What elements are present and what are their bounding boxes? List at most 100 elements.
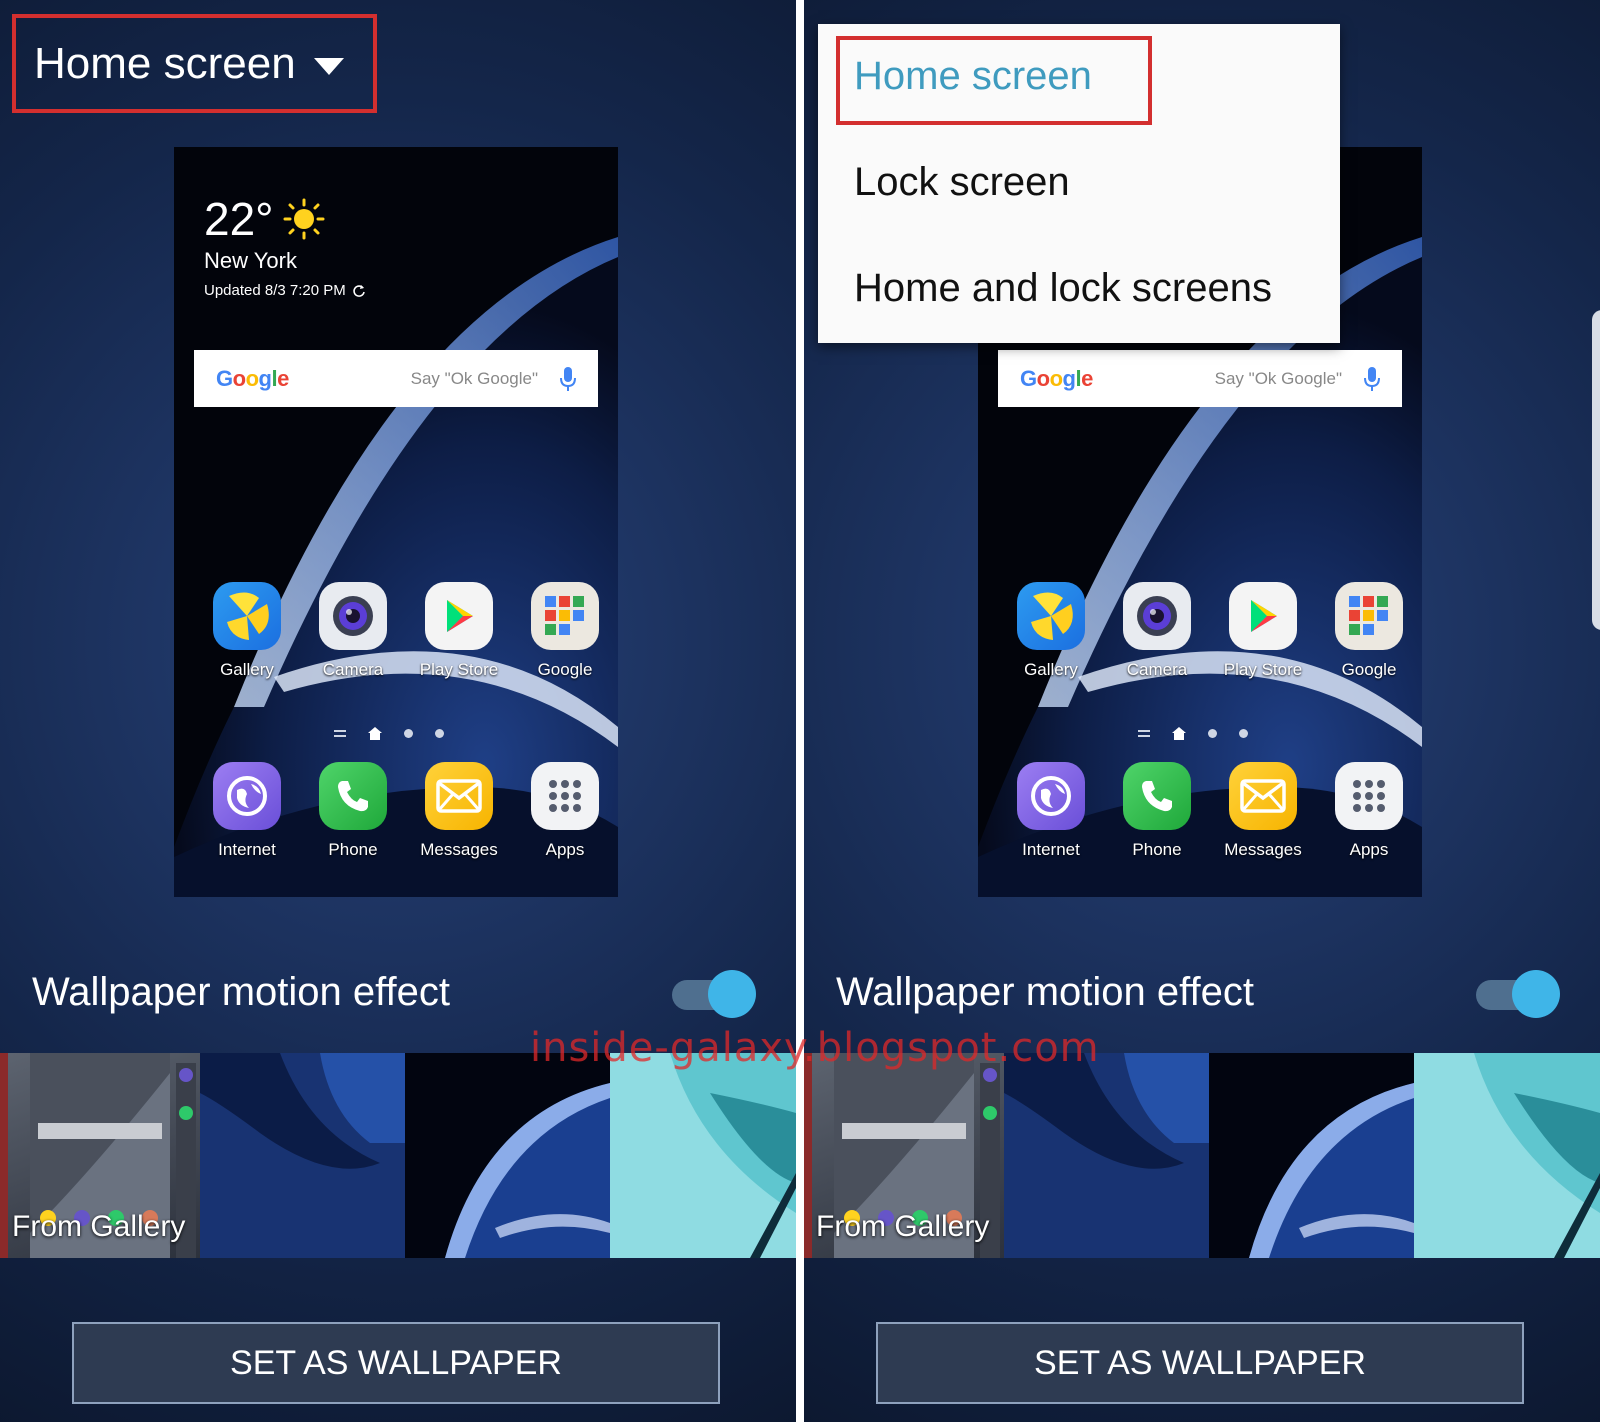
app-gallery[interactable]: Gallery (194, 582, 300, 680)
app-row-2: Internet Phone Messages Apps (194, 762, 618, 860)
wallpaper-2-art (1209, 1053, 1414, 1258)
google-search-bar[interactable]: Google Say "Ok Google" (194, 350, 598, 407)
motion-effect-toggle[interactable] (672, 970, 756, 1018)
app-messages[interactable]: Messages (406, 762, 512, 860)
wallpaper-1-art (1004, 1053, 1209, 1258)
app-label: Gallery (1024, 660, 1078, 679)
app-label: Apps (545, 840, 585, 859)
app-internet[interactable]: Internet (998, 762, 1104, 860)
app-apps-drawer[interactable]: Apps (1316, 762, 1422, 860)
app-label: Camera (322, 660, 384, 679)
wallpaper-1-art (200, 1053, 405, 1258)
app-messages[interactable]: Messages (1210, 762, 1316, 860)
camera-icon (319, 582, 387, 650)
watermark: inside-galaxy.blogspot.com (530, 1025, 1100, 1071)
menu-item-home-screen[interactable]: Home screen (854, 54, 1092, 99)
wallpaper-thumbnails: From Gallery (0, 1053, 796, 1258)
toggle-knob (708, 970, 756, 1018)
weather-updated: Updated 8/3 7:20 PM (204, 282, 346, 299)
from-gallery-label: From Gallery (12, 1210, 186, 1243)
app-label: Internet (218, 840, 276, 859)
app-label: Gallery (220, 660, 274, 679)
caret-down-icon (313, 58, 344, 75)
panel-divider (796, 0, 804, 1422)
set-as-wallpaper-button[interactable]: SET AS WALLPAPER (72, 1322, 720, 1404)
thumb-wallpaper-1[interactable] (200, 1053, 405, 1258)
app-phone[interactable]: Phone (300, 762, 406, 860)
motion-effect-toggle[interactable] (1476, 970, 1560, 1018)
thumb-wallpaper-3[interactable] (1414, 1053, 1600, 1258)
app-google-folder[interactable]: Google (1316, 582, 1422, 680)
wallpaper-thumbnails: From Gallery (804, 1053, 1600, 1258)
internet-icon (213, 762, 281, 830)
search-hint: Say "Ok Google" (1214, 368, 1342, 388)
page-dot (1208, 729, 1217, 738)
mic-icon[interactable] (1364, 366, 1380, 392)
page-indicator[interactable] (334, 727, 444, 740)
messages-icon (425, 762, 493, 830)
app-label: Phone (328, 840, 378, 859)
wallpaper-3-art (1414, 1053, 1600, 1258)
app-label: Messages (1224, 840, 1302, 859)
screen-selector-label: Home screen (34, 38, 296, 88)
apps-icon (531, 762, 599, 830)
app-label: Google (1341, 660, 1397, 679)
sun-icon (283, 198, 325, 240)
home-screen-preview: 22° New York Updated 8/3 7:20 PM (174, 147, 618, 897)
screen-selector-menu: Home screen Lock screen Home and lock sc… (818, 24, 1340, 343)
page-indicator[interactable] (1138, 727, 1248, 740)
app-label: Camera (1126, 660, 1188, 679)
motion-effect-label: Wallpaper motion effect (836, 970, 1254, 1014)
home-icon (1172, 727, 1186, 740)
motion-effect-label: Wallpaper motion effect (32, 970, 450, 1014)
edge-panel-handle[interactable] (1592, 310, 1600, 630)
app-apps-drawer[interactable]: Apps (512, 762, 618, 860)
thumb-from-gallery[interactable]: From Gallery (804, 1053, 1004, 1258)
app-play-store[interactable]: Play Store (1210, 582, 1316, 680)
temperature: 22° (204, 193, 274, 245)
app-camera[interactable]: Camera (300, 582, 406, 680)
app-camera[interactable]: Camera (1104, 582, 1210, 680)
screen-selector-dropdown[interactable]: Home screen (12, 14, 377, 113)
app-label: Google (537, 660, 593, 679)
internet-icon (1017, 762, 1085, 830)
app-google-folder[interactable]: Google (512, 582, 618, 680)
wallpaper-3-art (610, 1053, 796, 1258)
thumb-wallpaper-2[interactable] (405, 1053, 610, 1258)
weather-widget[interactable]: 22° New York Updated 8/3 7:20 PM (204, 192, 366, 299)
menu-item-lock-screen[interactable]: Lock screen (854, 160, 1070, 205)
from-gallery-label: From Gallery (816, 1210, 990, 1243)
refresh-icon[interactable] (352, 284, 366, 298)
gallery-icon (213, 582, 281, 650)
app-internet[interactable]: Internet (194, 762, 300, 860)
app-row-1: Gallery Camera Play Store Google (998, 582, 1422, 680)
toggle-knob (1512, 970, 1560, 1018)
mic-icon[interactable] (560, 366, 576, 392)
app-row-1: Gallery Camera Play Store Google (194, 582, 618, 680)
app-label: Play Store (1223, 660, 1303, 679)
google-folder-icon (531, 582, 599, 650)
google-search-bar[interactable]: Google Say "Ok Google" (998, 350, 1402, 407)
google-folder-icon (1335, 582, 1403, 650)
thumb-wallpaper-1[interactable] (1004, 1053, 1209, 1258)
phone-icon (319, 762, 387, 830)
page-dot (404, 729, 413, 738)
thumb-from-gallery[interactable]: From Gallery (0, 1053, 200, 1258)
menu-lines-icon (1138, 729, 1150, 737)
phone-icon (1123, 762, 1191, 830)
thumb-wallpaper-3[interactable] (610, 1053, 796, 1258)
page-dot (435, 729, 444, 738)
app-play-store[interactable]: Play Store (406, 582, 512, 680)
app-label: Apps (1349, 840, 1389, 859)
app-phone[interactable]: Phone (1104, 762, 1210, 860)
messages-icon (1229, 762, 1297, 830)
thumb-wallpaper-2[interactable] (1209, 1053, 1414, 1258)
apps-icon (1335, 762, 1403, 830)
menu-item-home-and-lock[interactable]: Home and lock screens (854, 266, 1272, 311)
play-store-icon (425, 582, 493, 650)
set-as-wallpaper-button[interactable]: SET AS WALLPAPER (876, 1322, 1524, 1404)
app-gallery[interactable]: Gallery (998, 582, 1104, 680)
camera-icon (1123, 582, 1191, 650)
home-icon (368, 727, 382, 740)
page-dot (1239, 729, 1248, 738)
